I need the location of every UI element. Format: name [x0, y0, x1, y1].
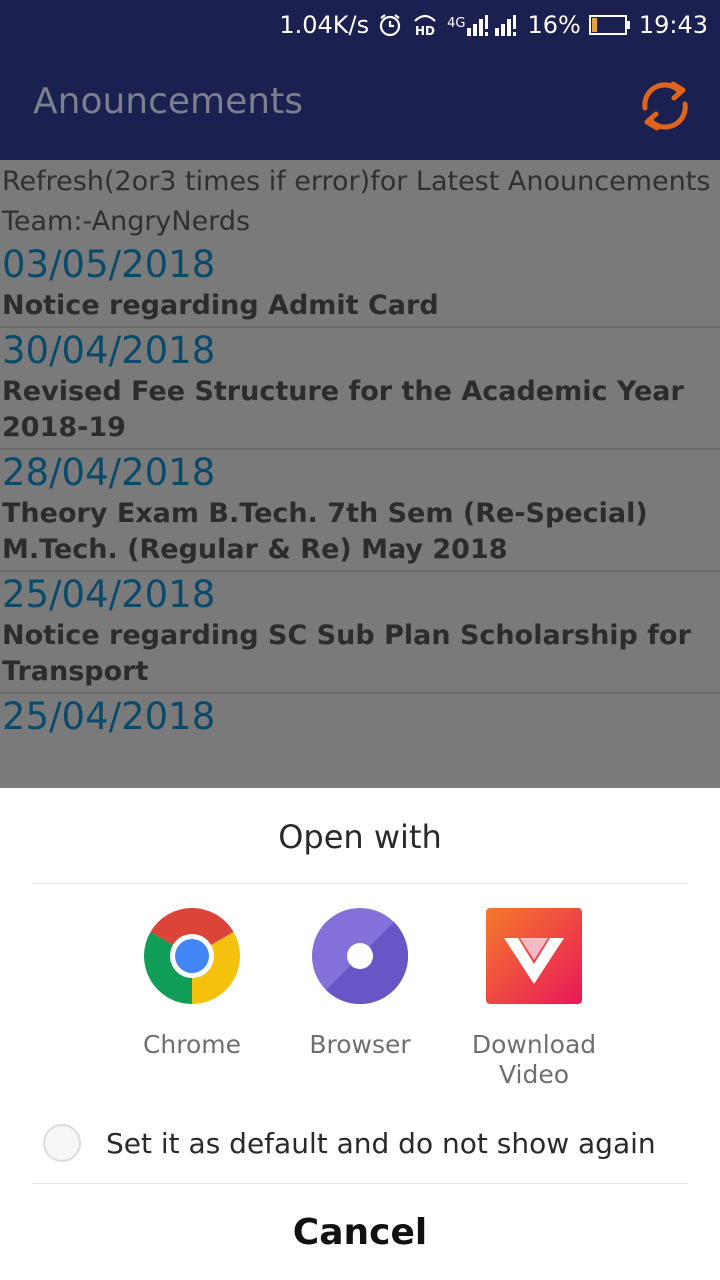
announcement-date: 30/04/2018 — [2, 329, 216, 372]
announcement-title: Notice regarding SC Sub Plan Scholarship… — [2, 620, 691, 687]
refresh-button[interactable] — [636, 78, 694, 134]
announcement-date: 25/04/2018 — [2, 573, 216, 616]
announcement-item[interactable]: 25/04/2018 Notice regarding SC Sub Plan … — [0, 572, 720, 694]
announcement-title — [0, 740, 720, 742]
set-default-radio[interactable] — [43, 1124, 81, 1162]
battery-icon — [588, 14, 631, 36]
status-bar: 1.04K/s HD 4G 16% 19:43 — [0, 0, 720, 50]
announcement-date: 25/04/2018 — [2, 695, 216, 738]
announcements-content: Refresh(2or3 times if error)for Latest A… — [0, 160, 720, 790]
app-option-download-video[interactable]: Download Video — [443, 908, 625, 1090]
team-credit: Team:-AngryNerds — [2, 206, 251, 237]
network-speed: 1.04K/s — [279, 11, 370, 39]
battery-percent: 16% — [527, 11, 581, 39]
download-video-icon — [486, 908, 582, 1004]
announcement-item[interactable]: 03/05/2018 Notice regarding Admit Card — [0, 242, 720, 328]
announcement-title: Theory Exam B.Tech. 7th Sem (Re-Special)… — [2, 498, 648, 565]
announcement-title: Revised Fee Structure for the Academic Y… — [2, 376, 684, 443]
divider — [32, 1183, 688, 1184]
app-option-browser[interactable]: Browser — [275, 908, 445, 1060]
hd-label: HD — [415, 24, 435, 38]
announcement-item[interactable]: 25/04/2018 — [0, 694, 720, 742]
set-default-label: Set it as default and do not show again — [106, 1126, 656, 1160]
announcement-date: 03/05/2018 — [2, 243, 216, 286]
announcement-date: 28/04/2018 — [2, 451, 216, 494]
announcement-item[interactable]: 30/04/2018 Revised Fee Structure for the… — [0, 328, 720, 450]
cancel-button[interactable]: Cancel — [0, 1212, 720, 1253]
announcement-title: Notice regarding Admit Card — [2, 290, 439, 321]
refresh-hint: Refresh(2or3 times if error)for Latest A… — [2, 166, 711, 197]
browser-icon — [312, 908, 409, 1005]
alarm-icon — [377, 12, 403, 38]
app-label: Browser — [309, 1030, 411, 1059]
battery-fill — [591, 18, 597, 32]
app-option-chrome[interactable]: Chrome — [107, 907, 277, 1060]
divider — [32, 883, 688, 884]
chrome-icon — [143, 907, 241, 1004]
page-title: Anouncements — [33, 81, 303, 122]
app-label: Chrome — [142, 1030, 242, 1059]
app-label: Download Video — [471, 1030, 597, 1089]
network-type-label: 4G — [447, 16, 466, 31]
clock: 19:43 — [638, 11, 708, 39]
refresh-icon — [642, 81, 688, 131]
status-bar-right: 1.04K/s HD 4G 16% 19:43 — [279, 8, 708, 42]
signal-icon: 4G — [447, 14, 519, 36]
hd-voice-icon: HD — [411, 12, 439, 38]
announcement-item[interactable]: 28/04/2018 Theory Exam B.Tech. 7th Sem (… — [0, 450, 720, 572]
set-default-row[interactable]: Set it as default and do not show again — [43, 1124, 656, 1162]
dialog-title: Open with — [278, 818, 442, 856]
